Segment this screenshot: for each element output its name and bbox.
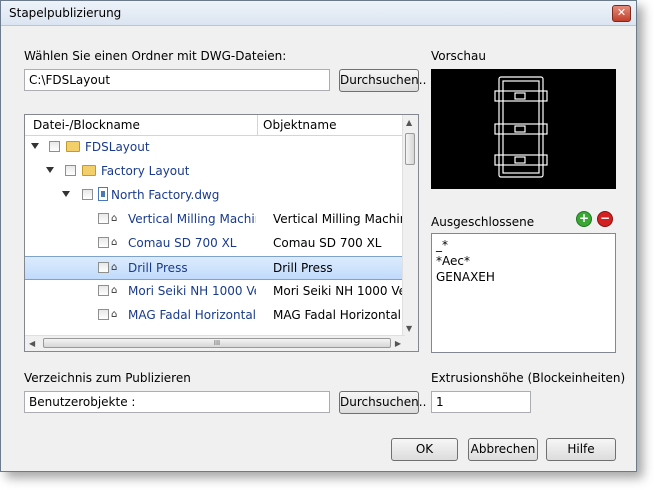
row-checkbox[interactable] — [98, 262, 109, 273]
tree-row-block[interactable]: ⌂ Vertical Milling Machine Vertical Mill… — [25, 208, 405, 232]
excluded-item[interactable]: _* — [436, 237, 611, 253]
ok-button[interactable]: OK — [391, 438, 458, 461]
tree-vertical-scrollbar[interactable]: ▲ ▼ — [402, 115, 418, 336]
cancel-button[interactable]: Abbrechen — [468, 438, 538, 461]
tree-horizontal-scrollbar[interactable]: ◀ III ▶ — [25, 335, 405, 351]
row-name: FDSLayout — [85, 140, 150, 154]
publish-dir-label: Verzeichnis zum Publizieren — [24, 371, 191, 385]
row-checkbox[interactable] — [98, 237, 109, 248]
add-exclusion-button[interactable]: + — [576, 211, 592, 227]
scroll-grip: III — [213, 339, 221, 347]
row-checkbox[interactable] — [98, 309, 109, 320]
publish-browse-button[interactable]: Durchsuchen.. — [339, 391, 426, 414]
preview-panel — [431, 69, 616, 189]
row-object: MAG Fadal Horizontal Ma — [273, 308, 405, 322]
close-icon: ✕ — [616, 6, 627, 19]
tree-row-block[interactable]: ⌂ Mori Seiki NH 1000 Verti Mori Seiki NH… — [25, 280, 405, 304]
scroll-left-icon[interactable]: ◀ — [29, 339, 35, 348]
expand-icon[interactable] — [62, 191, 70, 197]
publish-dir-field[interactable]: Benutzerobjekte : — [24, 391, 330, 413]
excluded-label: Ausgeschlossene — [431, 215, 535, 229]
tree-header: Datei-/Blockname Objektname — [25, 115, 405, 136]
folder-label: Wählen Sie einen Ordner mit DWG-Dateien: — [24, 49, 287, 63]
scroll-up-icon[interactable]: ▲ — [406, 118, 412, 127]
extrusion-label: Extrusionshöhe (Blockeinheiten) — [431, 371, 626, 385]
file-block-tree[interactable]: Datei-/Blockname Objektname FDSLayout Fa… — [24, 114, 419, 352]
help-button[interactable]: Hilfe — [546, 438, 616, 461]
row-name: Vertical Milling Machine — [128, 212, 256, 226]
folder-icon — [82, 165, 96, 176]
column-header-objectname[interactable]: Objektname — [263, 118, 336, 132]
expand-icon[interactable] — [31, 143, 39, 149]
tree-row-factory-layout[interactable]: Factory Layout — [25, 160, 405, 184]
excluded-list[interactable]: _* *Aec* GENAXEH — [431, 233, 616, 353]
title-bar[interactable]: Stapelpublizierung ✕ — [1, 1, 636, 26]
row-checkbox[interactable] — [98, 285, 109, 296]
dialog-window: Stapelpublizierung ✕ Wählen Sie einen Or… — [0, 0, 637, 472]
preview-label: Vorschau — [431, 49, 486, 63]
row-name: MAG Fadal Horizontal M — [128, 308, 256, 322]
folder-path-field[interactable]: C:\FDSLayout — [24, 69, 330, 91]
tree-row-fdslayout[interactable]: FDSLayout — [25, 136, 405, 160]
remove-exclusion-button[interactable]: − — [597, 211, 613, 227]
extrusion-height-field[interactable]: 1 — [431, 391, 531, 413]
row-object: Vertical Milling Machine — [273, 212, 405, 226]
row-name: North Factory.dwg — [111, 188, 220, 202]
folder-icon — [66, 141, 80, 152]
plus-icon: + — [578, 211, 590, 225]
tree-row-block-selected[interactable]: ⌂ Drill Press Drill Press — [25, 256, 405, 280]
row-name: Factory Layout — [101, 164, 190, 178]
close-button[interactable]: ✕ — [612, 5, 631, 22]
block-icon: ⌂ — [111, 237, 118, 248]
row-checkbox[interactable] — [82, 189, 93, 200]
block-icon: ⌂ — [111, 285, 118, 296]
window-title: Stapelpublizierung — [9, 6, 122, 20]
row-name: Mori Seiki NH 1000 Verti — [128, 284, 256, 298]
scroll-down-icon[interactable]: ▼ — [406, 324, 412, 333]
expand-icon[interactable] — [46, 167, 54, 173]
scroll-corner — [403, 336, 418, 351]
block-icon: ⌂ — [111, 213, 118, 224]
row-name: Drill Press — [128, 261, 188, 275]
scroll-right-icon[interactable]: ▶ — [395, 339, 401, 348]
dwg-file-icon — [98, 187, 108, 201]
excluded-item[interactable]: GENAXEH — [436, 269, 611, 285]
block-icon: ⌂ — [111, 309, 118, 320]
tree-row-north-factory[interactable]: North Factory.dwg — [25, 184, 405, 208]
row-object: Comau SD 700 XL — [273, 236, 382, 250]
row-object: Drill Press — [273, 261, 333, 275]
row-object: Mori Seiki NH 1000 Vertic — [273, 284, 405, 298]
tree-row-block[interactable]: ⌂ Comau SD 700 XL Comau SD 700 XL — [25, 232, 405, 256]
row-checkbox[interactable] — [98, 213, 109, 224]
tree-row-block[interactable]: ⌂ MAG Fadal Horizontal M MAG Fadal Horiz… — [25, 304, 405, 328]
block-icon: ⌂ — [111, 262, 118, 273]
minus-icon: − — [599, 211, 611, 225]
row-name: Comau SD 700 XL — [128, 236, 237, 250]
column-header-filename[interactable]: Datei-/Blockname — [33, 118, 140, 132]
folder-browse-button[interactable]: Durchsuchen.. — [339, 69, 426, 92]
row-checkbox[interactable] — [65, 165, 76, 176]
preview-drawing — [494, 76, 548, 178]
excluded-item[interactable]: *Aec* — [436, 253, 611, 269]
row-checkbox[interactable] — [49, 141, 60, 152]
horizontal-scroll-thumb[interactable]: III — [43, 338, 391, 348]
vertical-scroll-thumb[interactable] — [405, 133, 415, 165]
column-divider[interactable] — [257, 115, 258, 135]
